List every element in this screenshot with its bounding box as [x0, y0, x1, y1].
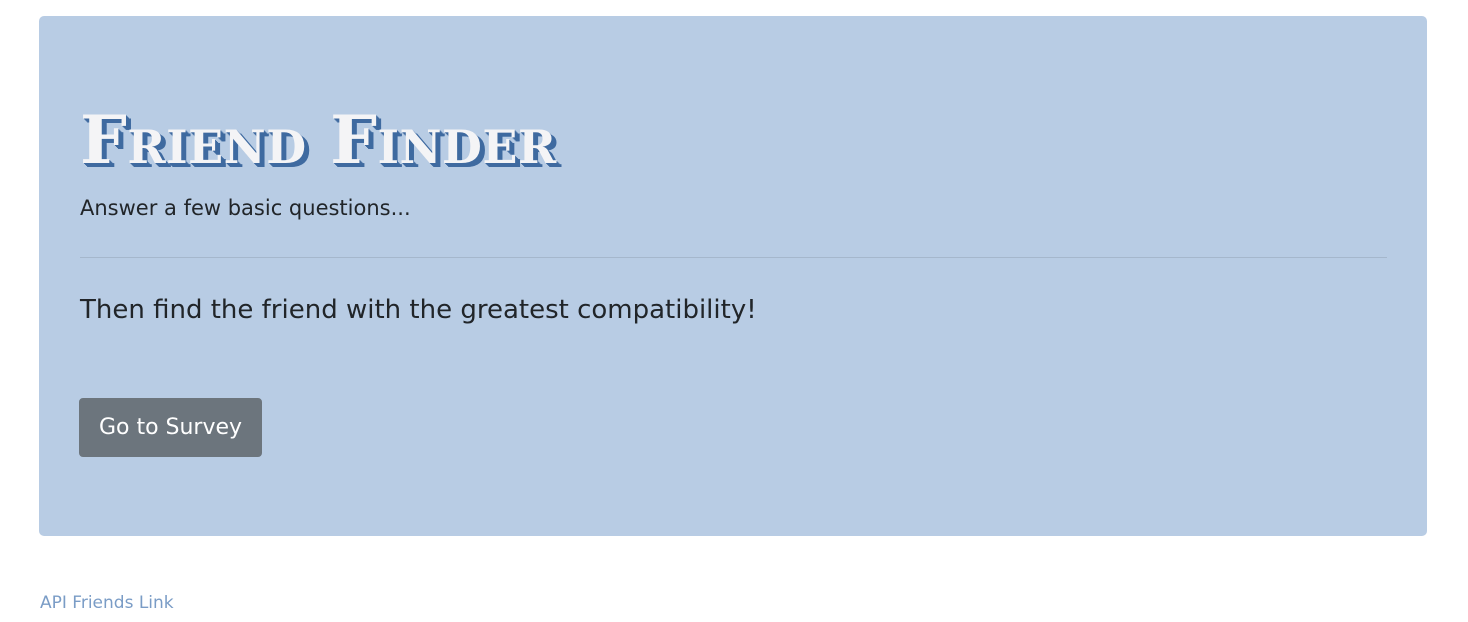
api-friends-link[interactable]: API Friends Link — [40, 590, 174, 616]
subtitle: Answer a few basic questions... — [80, 196, 411, 220]
divider — [80, 257, 1387, 258]
lead-text: Then find the friend with the greatest c… — [80, 295, 757, 325]
go-to-survey-button[interactable]: Go to Survey — [79, 398, 262, 457]
jumbotron: Friend Finder Answer a few basic questio… — [39, 16, 1427, 536]
page-title: Friend Finder — [80, 101, 557, 179]
